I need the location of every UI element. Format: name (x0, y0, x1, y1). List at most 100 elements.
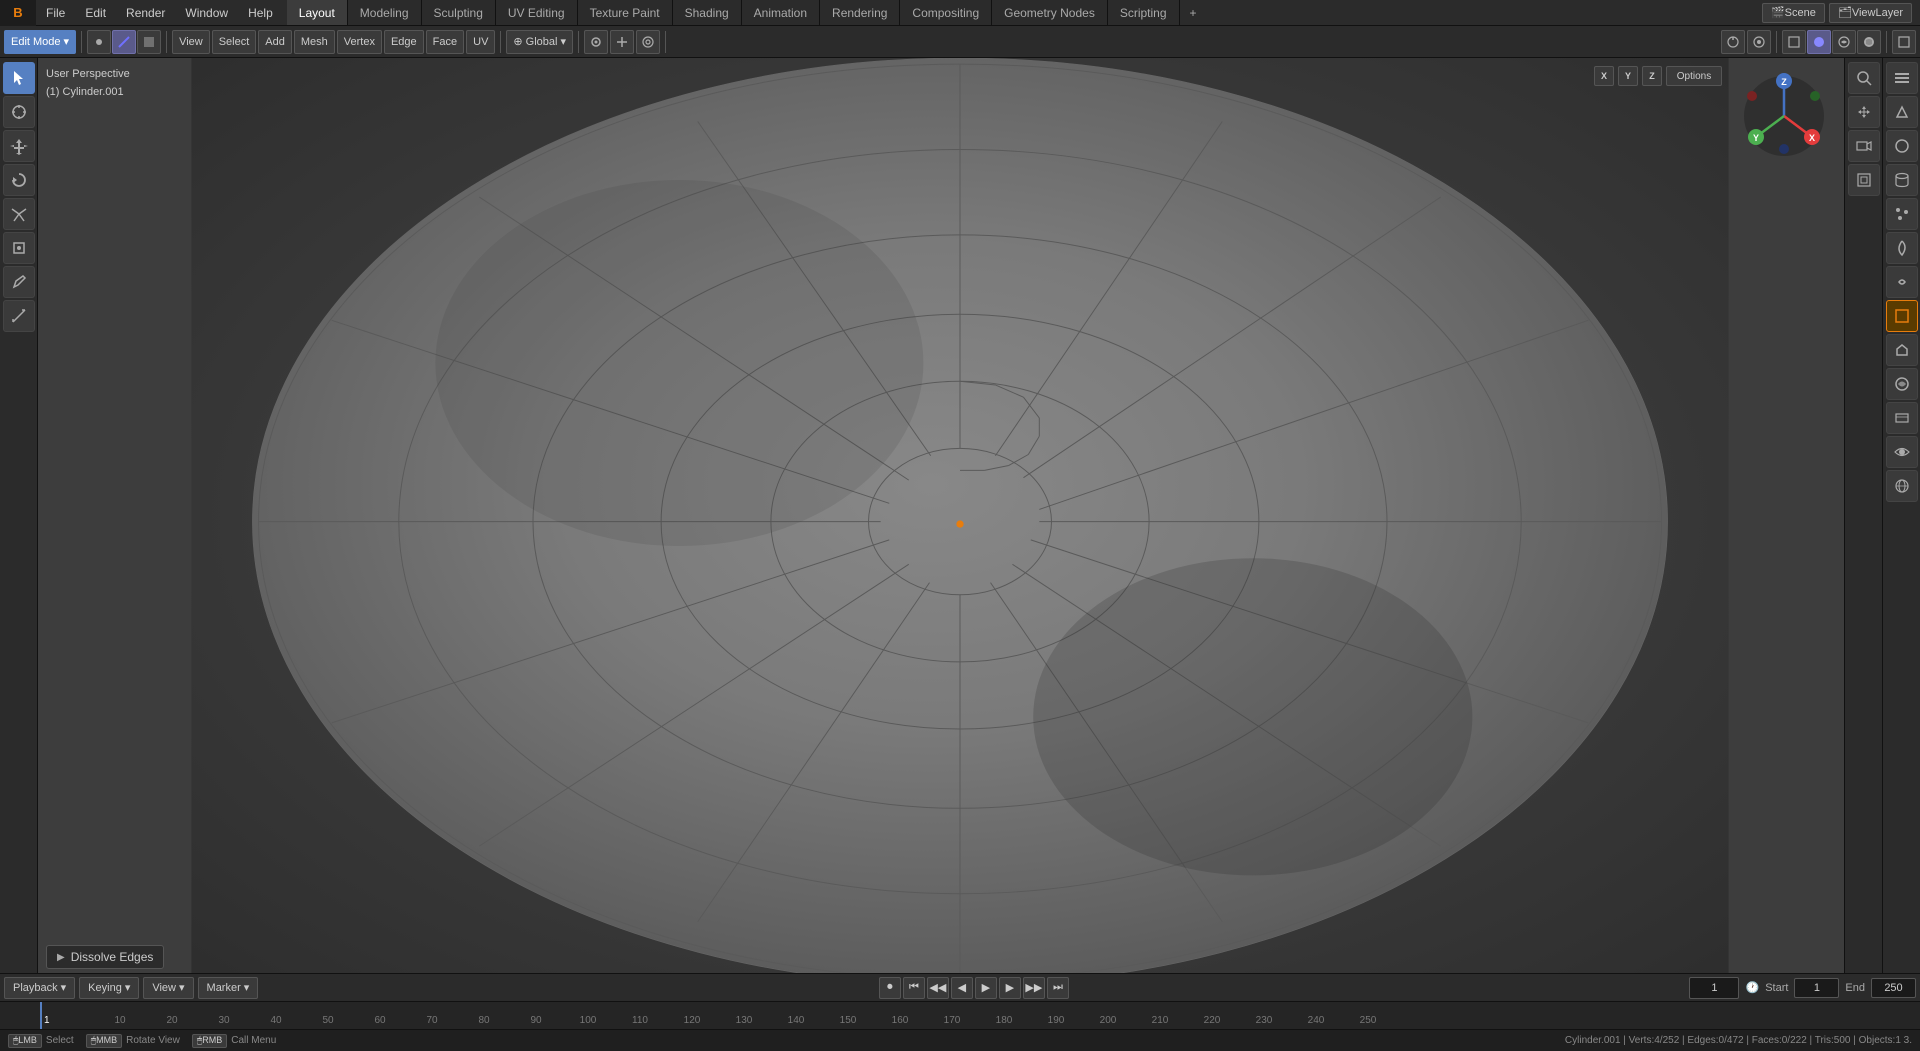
world-panel-btn[interactable] (1886, 470, 1918, 502)
rotate-tool[interactable] (3, 164, 35, 196)
view-menu[interactable]: View (172, 30, 210, 54)
next-keyframe-btn[interactable]: ▶ (999, 977, 1021, 999)
edge-menu[interactable]: Edge (384, 30, 424, 54)
play-btn[interactable]: ▶ (975, 977, 997, 999)
measure-tool[interactable] (3, 300, 35, 332)
playback-menu[interactable]: Playback ▾ (4, 977, 75, 999)
data-panel-btn[interactable] (1886, 164, 1918, 196)
select-menu[interactable]: Select (212, 30, 257, 54)
select-status: 🖱LMB Select (8, 1034, 74, 1048)
transform-pivot-btn[interactable] (584, 30, 608, 54)
vertex-select-btn[interactable] (87, 30, 111, 54)
proportional-edit-btn[interactable] (636, 30, 660, 54)
tab-animation[interactable]: Animation (742, 0, 820, 25)
physics-panel-btn[interactable] (1886, 232, 1918, 264)
modifier-panel-btn[interactable] (1886, 96, 1918, 128)
tab-shading[interactable]: Shading (673, 0, 742, 25)
marker-menu[interactable]: Marker ▾ (198, 977, 259, 999)
keying-chevron-icon: ▾ (125, 981, 131, 994)
viewport-camera-btn[interactable] (1848, 130, 1880, 162)
menu-edit[interactable]: Edit (75, 0, 116, 25)
wireframe-shading-btn[interactable] (1782, 30, 1806, 54)
face-menu[interactable]: Face (426, 30, 464, 54)
workspace-tabs: Layout Modeling Sculpting UV Editing Tex… (287, 0, 1754, 25)
navigation-gizmo[interactable]: Z X Y (1734, 66, 1834, 166)
playback-controls: ⏺ ⏮ ◀◀ ◀ ▶ ▶ ▶▶ ⏭ (879, 977, 1069, 999)
uv-menu[interactable]: UV (466, 30, 495, 54)
material-panel-btn[interactable] (1886, 130, 1918, 162)
edge-select-btn[interactable] (112, 30, 136, 54)
menu-render[interactable]: Render (116, 0, 175, 25)
add-menu[interactable]: Add (258, 30, 292, 54)
render-panel-btn[interactable] (1886, 368, 1918, 400)
frame-end-input[interactable]: 250 (1871, 978, 1916, 998)
constraints-panel-btn[interactable] (1886, 266, 1918, 298)
material-shading-btn[interactable] (1832, 30, 1856, 54)
object-panel-btn[interactable] (1886, 300, 1918, 332)
tab-geometry-nodes[interactable]: Geometry Nodes (992, 0, 1108, 25)
scene-selector[interactable]: 🎬 Scene (1762, 3, 1825, 23)
mesh-menu[interactable]: Mesh (294, 30, 335, 54)
mesh-canvas (38, 58, 1882, 973)
jump-end-btn[interactable]: ⏭ (1047, 977, 1069, 999)
viewlayer-selector[interactable]: 🗂 ViewLayer (1829, 3, 1912, 23)
show-gizmo-btn[interactable] (1721, 30, 1745, 54)
frame-range-controls: 1 🕐 Start 1 End 250 (1689, 977, 1916, 999)
render-shading-btn[interactable] (1857, 30, 1881, 54)
solid-shading-btn[interactable] (1807, 30, 1831, 54)
status-bar: 🖱LMB Select 🖱MMB Rotate View 🖱RMB Call M… (0, 1029, 1920, 1051)
tab-scripting[interactable]: Scripting (1108, 0, 1180, 25)
face-select-btn[interactable] (137, 30, 161, 54)
svg-text:X: X (1809, 133, 1815, 143)
viewport-pan-btn[interactable] (1848, 96, 1880, 128)
scene-panel-btn[interactable] (1886, 334, 1918, 366)
prev-keyframe-btn[interactable]: ◀ (951, 977, 973, 999)
menu-file[interactable]: File (36, 0, 75, 25)
particles-panel-btn[interactable] (1886, 198, 1918, 230)
tab-sculpting[interactable]: Sculpting (422, 0, 496, 25)
add-workspace-button[interactable]: + (1180, 0, 1207, 25)
frame-start-input[interactable]: 1 (1794, 978, 1839, 998)
mode-selector[interactable]: Edit Mode ▾ (4, 30, 76, 54)
viewport[interactable]: User Perspective (1) Cylinder.001 ▶ Diss… (38, 58, 1882, 973)
annotate-tool[interactable] (3, 266, 35, 298)
current-frame-display[interactable]: 1 (1689, 977, 1739, 999)
select-tool[interactable] (3, 62, 35, 94)
z-axis-btn[interactable]: Z (1642, 66, 1662, 86)
menu-help[interactable]: Help (238, 0, 283, 25)
output-panel-btn[interactable] (1886, 402, 1918, 434)
tab-rendering[interactable]: Rendering (820, 0, 900, 25)
viewport-zoom-btn[interactable] (1848, 62, 1880, 94)
view-panel-btn[interactable] (1886, 436, 1918, 468)
options-btn[interactable]: Options (1666, 66, 1722, 86)
dissolve-edges-panel[interactable]: ▶ Dissolve Edges (46, 945, 164, 969)
vertex-menu[interactable]: Vertex (337, 30, 382, 54)
tab-compositing[interactable]: Compositing (900, 0, 992, 25)
overlay-btn[interactable] (1747, 30, 1771, 54)
scale-tool[interactable] (3, 198, 35, 230)
snapping-btn[interactable] (610, 30, 634, 54)
tab-layout[interactable]: Layout (287, 0, 348, 25)
tab-uv-editing[interactable]: UV Editing (496, 0, 578, 25)
move-tool[interactable] (3, 130, 35, 162)
tab-modeling[interactable]: Modeling (348, 0, 422, 25)
tools-panel-btn[interactable] (1886, 62, 1918, 94)
jump-start-btn[interactable]: ⏮ (903, 977, 925, 999)
cursor-tool[interactable] (3, 96, 35, 128)
keying-menu[interactable]: Keying ▾ (79, 977, 139, 999)
tab-texture-paint[interactable]: Texture Paint (578, 0, 673, 25)
viewport-select-icon[interactable] (1892, 30, 1916, 54)
viewport-ortho-btn[interactable] (1848, 164, 1880, 196)
next-frame-btn[interactable]: ▶▶ (1023, 977, 1045, 999)
left-tools-panel (0, 58, 38, 973)
menu-window[interactable]: Window (175, 0, 238, 25)
timeline-view-menu[interactable]: View ▾ (143, 977, 193, 999)
y-axis-btn[interactable]: Y (1618, 66, 1638, 86)
end-label: End (1845, 982, 1865, 994)
record-btn[interactable]: ⏺ (879, 977, 901, 999)
transform-tool[interactable] (3, 232, 35, 264)
prev-frame-btn[interactable]: ◀◀ (927, 977, 949, 999)
timeline-bar[interactable]: 1 10 20 30 40 50 60 70 80 90 100 110 120… (0, 1001, 1920, 1029)
transform-space[interactable]: ⊕ Global ▾ (506, 30, 573, 54)
x-axis-btn[interactable]: X (1594, 66, 1614, 86)
